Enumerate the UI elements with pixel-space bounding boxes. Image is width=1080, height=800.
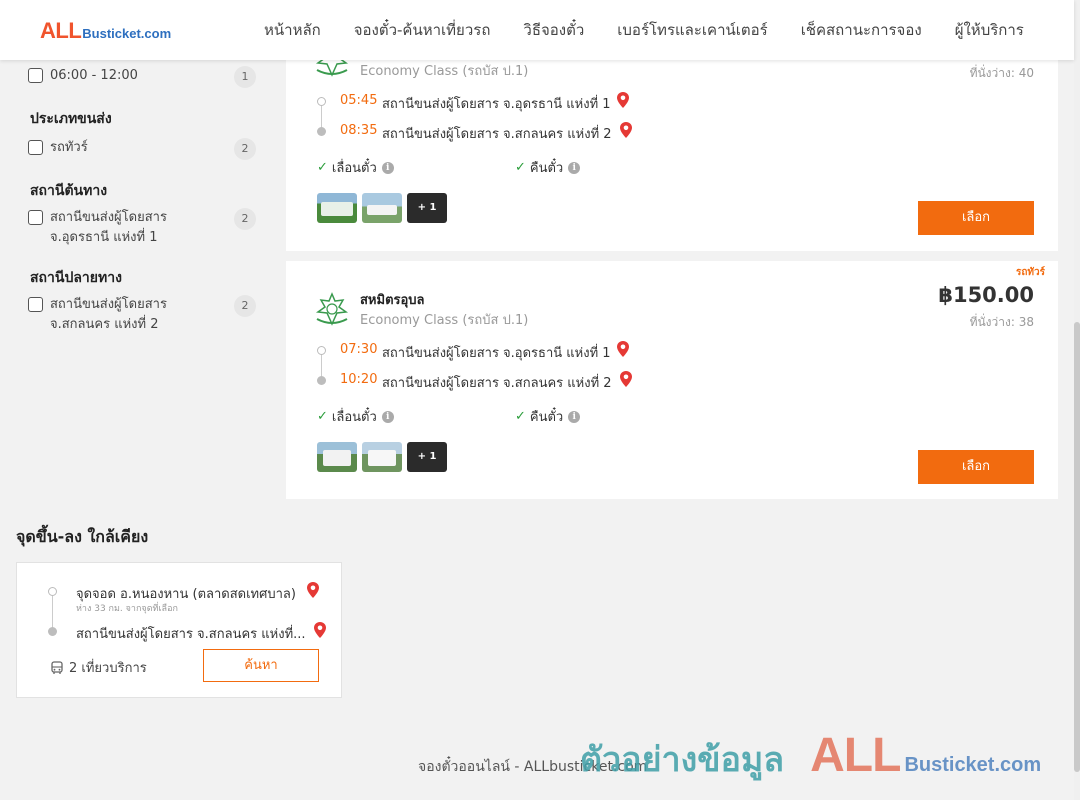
bus-icon (51, 660, 63, 674)
checkbox[interactable] (28, 297, 43, 312)
map-pin-icon[interactable] (616, 91, 630, 109)
map-pin-icon[interactable] (619, 121, 633, 139)
filter-time-label: 06:00 - 12:00 (50, 68, 138, 83)
filter-transport-label: รถทัวร์ (50, 140, 88, 155)
check-icon: ✓ (515, 160, 526, 175)
nav-check-booking[interactable]: เช็คสถานะการจอง (801, 18, 922, 42)
nearby-stop-card: จุดจอด อ.หนองหาน (ตลาดสดเทศบาล) ห่าง 33 … (16, 562, 342, 698)
nearby-stops-title: จุดขึ้น-ลง ใกล้เคียง (16, 527, 149, 546)
depart-stop: สถานีขนส่งผู้โดยสาร จ.อุดรธานี แห่งที่ 1 (382, 346, 611, 361)
map-pin-icon[interactable] (616, 340, 630, 358)
checkbox[interactable] (28, 140, 43, 155)
select-trip-button[interactable]: เลือก (918, 201, 1034, 235)
bus-photo-thumbnail[interactable] (317, 442, 357, 472)
logo-busticket: Busticket.com (82, 26, 172, 41)
nearby-search-button[interactable]: ค้นหา (203, 649, 319, 682)
feature-refund-label: คืนตั๋ว (529, 161, 564, 176)
page-scrollbar[interactable] (1074, 0, 1080, 800)
seats-available: ที่นั่งว่าง: 38 (969, 315, 1034, 329)
timeline-end-dot (48, 627, 57, 636)
logo-all: ALL (40, 18, 82, 43)
sample-watermark: ตัวอย่างข้อมูล ALL Busticket.com (580, 728, 1041, 786)
nearby-to-stop: สถานีขนส่งผู้โดยสาร จ.สกลนคร แห่งที่... (76, 627, 306, 642)
trip-price: ฿150.00 (938, 283, 1034, 307)
scroll-thumb[interactable] (1074, 322, 1080, 772)
nearby-trip-count-label: 2 เที่ยวบริการ (69, 661, 147, 676)
info-icon[interactable]: i (381, 161, 394, 174)
feature-refund-label: คืนตั๋ว (529, 410, 564, 425)
filter-destination-option[interactable]: สถานีขนส่งผู้โดยสาร จ.สกลนคร แห่งที่ 2 2 (28, 295, 256, 335)
operator-logo-icon (315, 292, 349, 326)
timeline-start-dot (317, 97, 326, 106)
bus-type-label: รถทัวร์ (1015, 267, 1045, 278)
filter-destination-label: สถานีขนส่งผู้โดยสาร จ.สกลนคร แห่งที่ 2 (50, 297, 167, 332)
feature-reschedule: ✓ เลื่อนตั๋ว i (317, 406, 394, 427)
nav-book-search[interactable]: จองตั๋ว-ค้นหาเที่ยวรถ (354, 18, 491, 42)
filter-heading-origin: สถานีต้นทาง (30, 183, 108, 199)
arrive-time: 10:20 (340, 372, 378, 387)
info-icon[interactable]: i (568, 161, 581, 174)
filter-time-option[interactable]: 06:00 - 12:00 1 (28, 66, 256, 88)
watermark-sample-text: ตัวอย่างข้อมูล (580, 740, 785, 780)
info-icon[interactable]: i (381, 410, 394, 423)
site-logo[interactable]: ALL Busticket.com (40, 18, 171, 44)
feature-reschedule-label: เลื่อนตั๋ว (331, 161, 377, 176)
timeline-end-dot (317, 376, 326, 385)
operator-name: สหมิตรอุบล (360, 293, 425, 308)
feature-reschedule-label: เลื่อนตั๋ว (331, 410, 377, 425)
timeline-start-dot (48, 587, 57, 596)
checkbox[interactable] (28, 68, 43, 83)
bus-class: Economy Class (รถบัส ป.1) (360, 313, 529, 328)
main-nav: หน้าหลัก จองตั๋ว-ค้นหาเที่ยวรถ วิธีจองตั… (264, 0, 1057, 60)
more-photos-thumbnail[interactable]: + 1 (407, 193, 447, 223)
info-icon[interactable]: i (568, 410, 581, 423)
timeline-end-dot (317, 127, 326, 136)
filter-count-badge: 2 (234, 138, 256, 160)
filter-origin-option[interactable]: สถานีขนส่งผู้โดยสาร จ.อุดรธานี แห่งที่ 1… (28, 208, 256, 248)
bus-photo-thumbnail[interactable] (362, 193, 402, 223)
map-pin-icon[interactable] (619, 370, 633, 388)
select-trip-button[interactable]: เลือก (918, 450, 1034, 484)
nav-how-to-book[interactable]: วิธีจองตั๋ว (523, 18, 584, 42)
check-icon: ✓ (515, 409, 526, 424)
trip-card: รถทัวร์ สหมิตรอุบล Economy Class (รถบัส … (286, 261, 1058, 499)
filter-count-badge: 2 (234, 208, 256, 230)
nearby-distance: ห่าง 33 กม. จากจุดที่เลือก (76, 604, 178, 614)
nav-operators[interactable]: ผู้ให้บริการ (955, 18, 1024, 42)
feature-refund: ✓ คืนตั๋ว i (515, 157, 581, 178)
seats-available: ที่นั่งว่าง: 40 (969, 66, 1034, 80)
depart-time: 05:45 (340, 93, 378, 108)
map-pin-icon[interactable] (306, 581, 320, 599)
check-icon: ✓ (317, 409, 328, 424)
watermark-logo-busticket: Busticket.com (904, 754, 1042, 776)
nearby-trip-count: 2 เที่ยวบริการ (50, 657, 147, 678)
timeline-start-dot (317, 346, 326, 355)
top-header: ALL Busticket.com หน้าหลัก จองตั๋ว-ค้นหา… (0, 0, 1074, 60)
arrive-stop: สถานีขนส่งผู้โดยสาร จ.สกลนคร แห่งที่ 2 (382, 127, 612, 142)
checkbox[interactable] (28, 210, 43, 225)
bus-class: Economy Class (รถบัส ป.1) (360, 64, 529, 79)
map-pin-icon[interactable] (313, 621, 327, 639)
feature-refund: ✓ คืนตั๋ว i (515, 406, 581, 427)
check-icon: ✓ (317, 160, 328, 175)
filter-count-badge: 1 (234, 66, 256, 88)
arrive-stop: สถานีขนส่งผู้โดยสาร จ.สกลนคร แห่งที่ 2 (382, 376, 612, 391)
filter-count-badge: 2 (234, 295, 256, 317)
depart-time: 07:30 (340, 342, 378, 357)
arrive-time: 08:35 (340, 123, 378, 138)
nav-home[interactable]: หน้าหลัก (264, 18, 321, 42)
filter-origin-label: สถานีขนส่งผู้โดยสาร จ.อุดรธานี แห่งที่ 1 (50, 210, 167, 245)
filter-heading-transport: ประเภทขนส่ง (30, 111, 112, 127)
more-photos-thumbnail[interactable]: + 1 (407, 442, 447, 472)
watermark-logo-all: ALL (810, 729, 901, 782)
filter-transport-option[interactable]: รถทัวร์ 2 (28, 138, 256, 160)
nav-phone-counters[interactable]: เบอร์โทรและเคาน์เตอร์ (617, 18, 767, 42)
bus-photo-thumbnail[interactable] (362, 442, 402, 472)
feature-reschedule: ✓ เลื่อนตั๋ว i (317, 157, 394, 178)
timeline-line (52, 593, 53, 631)
filter-heading-destination: สถานีปลายทาง (30, 270, 122, 286)
bus-photo-thumbnail[interactable] (317, 193, 357, 223)
depart-stop: สถานีขนส่งผู้โดยสาร จ.อุดรธานี แห่งที่ 1 (382, 97, 611, 112)
